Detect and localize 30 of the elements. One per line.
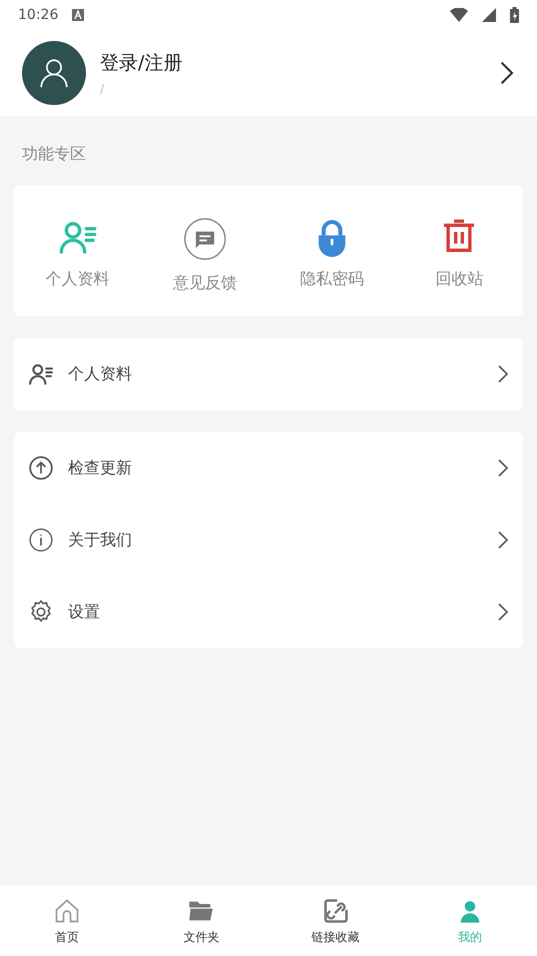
feature-item[interactable]: 回收站 [396, 217, 523, 294]
menu-row[interactable]: 检查更新 [14, 432, 523, 504]
chevron-right-icon [499, 60, 515, 86]
login-register-label: 登录/注册 [100, 51, 184, 76]
home-icon [53, 896, 82, 924]
menu-row[interactable]: 个人资料 [14, 338, 523, 410]
up-arrow-circle-icon [28, 455, 54, 481]
chevron-right-icon [497, 602, 509, 622]
status-time: 10:26 [18, 7, 58, 23]
message-icon [182, 217, 227, 261]
chevron-right-icon [497, 364, 509, 384]
nav-tab[interactable]: 首页 [0, 886, 134, 956]
feature-item[interactable]: 隐私密码 [268, 217, 396, 294]
nav-tab[interactable]: 链接收藏 [268, 886, 403, 956]
battery-icon [510, 7, 519, 23]
link-icon [322, 896, 350, 924]
menu-row[interactable]: 设置 [14, 576, 523, 648]
profile-header[interactable]: 登录/注册 / [0, 30, 537, 116]
info-icon [28, 527, 54, 553]
chevron-right-icon [497, 530, 509, 550]
profile-subtitle: / [100, 82, 106, 96]
keyboard-icon [72, 9, 84, 21]
chevron-right-icon [497, 458, 509, 478]
section-title: 功能专区 [22, 144, 86, 165]
menu-row[interactable]: 关于我们 [14, 504, 523, 576]
wifi-icon [450, 8, 468, 22]
signal-icon [482, 8, 496, 22]
nav-tab[interactable]: 文件夹 [134, 886, 268, 956]
feature-item[interactable]: 个人资料 [14, 217, 142, 294]
feature-item[interactable]: 意见反馈 [141, 217, 268, 294]
